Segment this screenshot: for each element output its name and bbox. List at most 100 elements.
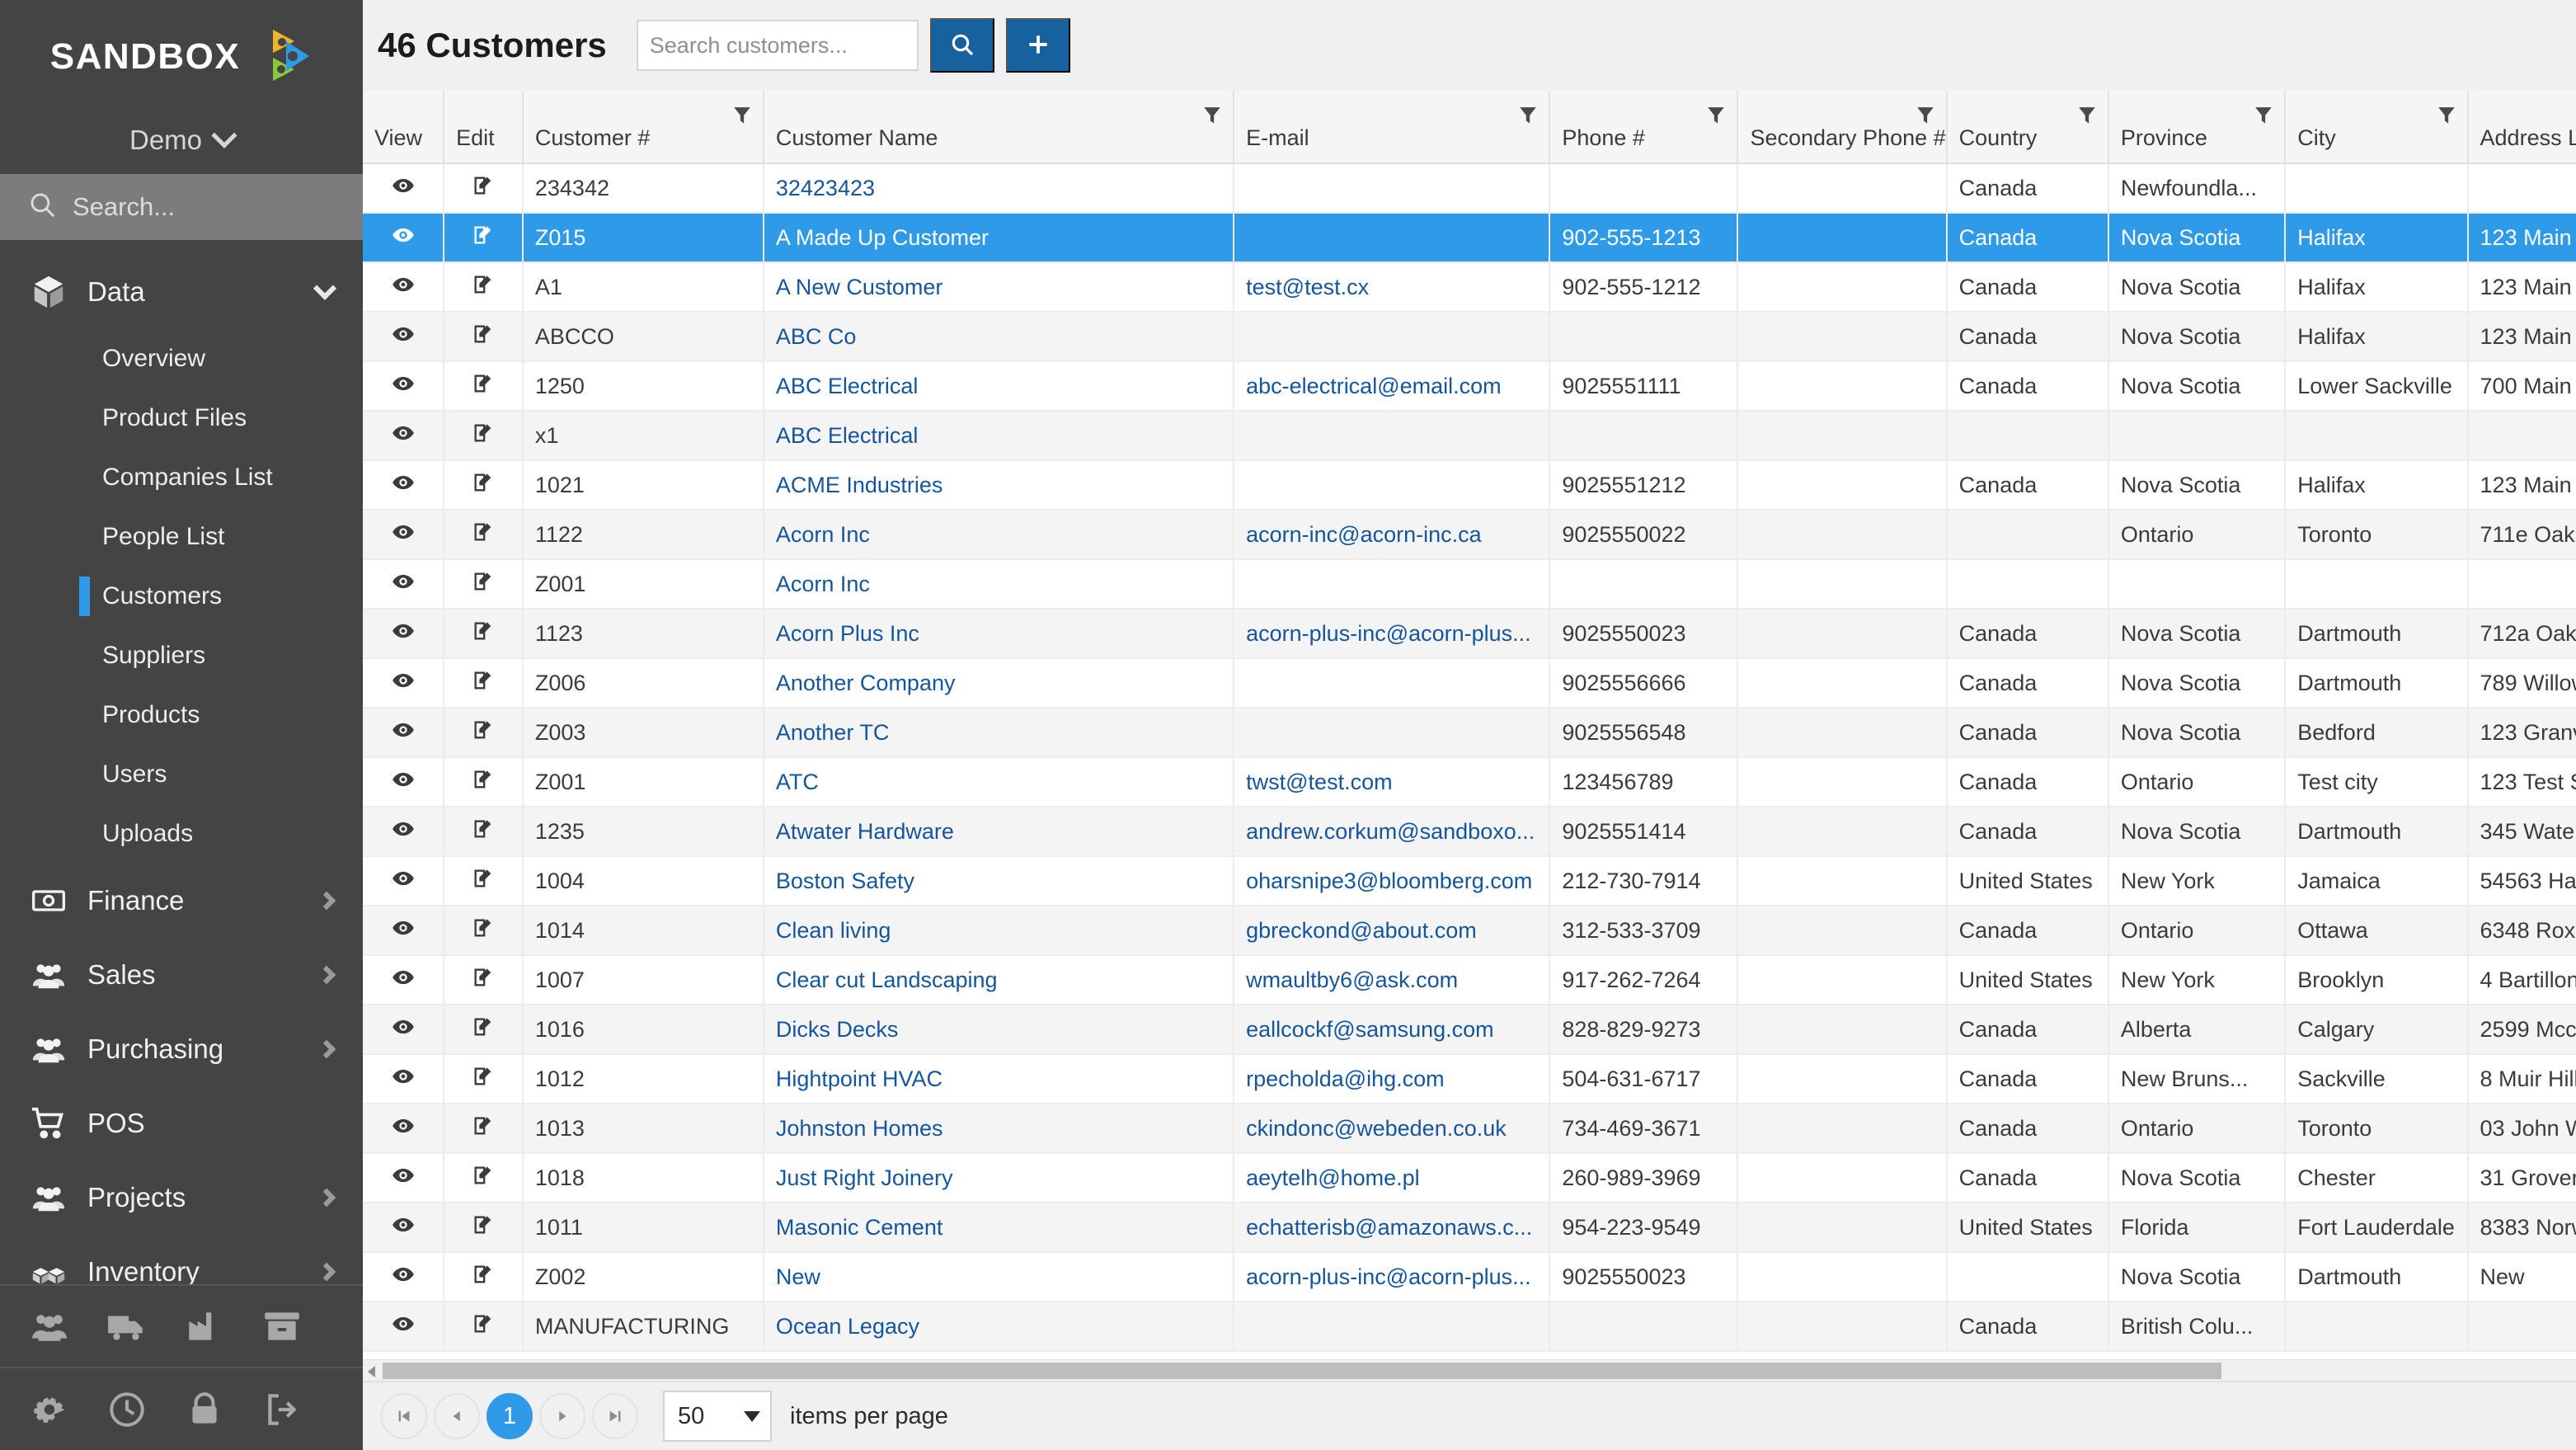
cell-link[interactable]: ABC Electrical [776, 374, 919, 398]
filter-icon[interactable] [1707, 106, 1725, 133]
table-row[interactable]: 1004 Boston Safety oharsnipe3@bloomberg.co… [363, 856, 2576, 906]
cell-cname[interactable]: ABC Electrical [763, 411, 1235, 461]
cell-cname[interactable]: Johnston Homes [763, 1104, 1235, 1154]
column-header-email[interactable]: E-mail [1234, 91, 1551, 164]
filter-icon[interactable] [733, 106, 751, 133]
clock-icon[interactable] [106, 1388, 148, 1431]
edit-row-button[interactable] [444, 411, 524, 461]
cell-link[interactable]: New [776, 1264, 820, 1289]
sidebar-item-overview[interactable]: Overview [0, 329, 363, 388]
edit-row-button[interactable] [444, 163, 524, 214]
cell-email[interactable] [1234, 658, 1551, 709]
page-size-select[interactable]: 50 [663, 1391, 772, 1442]
next-page-button[interactable] [539, 1393, 585, 1439]
edit-row-button[interactable] [444, 708, 524, 758]
table-row[interactable]: 1014 Clean living gbreckond@about.com 312-5… [363, 906, 2576, 956]
column-header-edit[interactable]: Edit [444, 91, 524, 164]
table-row[interactable]: 1021 ACME Industries 9025551212 Canada Nova … [363, 460, 2576, 511]
cell-email[interactable] [1234, 163, 1551, 214]
view-row-button[interactable] [363, 856, 445, 906]
cell-email[interactable]: acorn-plus-inc@acorn-plus... [1234, 1252, 1551, 1302]
table-row[interactable]: 1007 Clear cut Landscaping wmaultby6@ask.c… [363, 955, 2576, 1005]
sidebar-item-people-list[interactable]: People List [0, 507, 363, 567]
cell-email[interactable]: oharsnipe3@bloomberg.com [1234, 856, 1551, 906]
cell-link[interactable]: ATC [776, 770, 819, 794]
cell-link[interactable]: Clear cut Landscaping [776, 967, 998, 992]
table-row[interactable]: 1018 Just Right Joinery aeytelh@home.pl 260… [363, 1153, 2576, 1203]
cell-email[interactable]: gbreckond@about.com [1234, 906, 1551, 956]
cell-email[interactable] [1234, 411, 1551, 461]
edit-row-button[interactable] [444, 807, 524, 857]
cell-email[interactable]: twst@test.com [1234, 757, 1551, 807]
table-row[interactable]: 1013 Johnston Homes ckindonc@webeden.co.uk… [363, 1104, 2576, 1154]
filter-icon[interactable] [2254, 106, 2273, 133]
table-row[interactable]: Z001 Acorn Inc [363, 559, 2576, 610]
view-row-button[interactable] [363, 807, 445, 857]
cell-link[interactable]: aeytelh@home.pl [1246, 1165, 1420, 1190]
cell-cname[interactable]: 32423423 [763, 163, 1235, 214]
cell-email[interactable]: acorn-plus-inc@acorn-plus... [1234, 609, 1551, 659]
edit-row-button[interactable] [444, 1005, 524, 1055]
cell-email[interactable]: andrew.corkum@sandboxo... [1234, 807, 1551, 857]
column-header-province[interactable]: Province [2108, 91, 2287, 164]
brand-logo-area[interactable]: SANDBOX [0, 0, 363, 106]
edit-row-button[interactable] [444, 559, 524, 610]
scroll-left-icon[interactable] [368, 1366, 375, 1377]
sidebar-item-inventory[interactable]: Inventory [0, 1235, 363, 1284]
sidebar-item-users[interactable]: Users [0, 745, 363, 804]
cell-cname[interactable]: Clean living [763, 906, 1235, 956]
column-header-phone[interactable]: Phone # [1549, 91, 1739, 164]
cell-cname[interactable]: A New Customer [763, 262, 1235, 313]
cell-link[interactable]: ckindonc@webeden.co.uk [1246, 1116, 1507, 1141]
cell-link[interactable]: twst@test.com [1246, 770, 1392, 794]
cell-link[interactable]: Masonic Cement [776, 1215, 943, 1240]
cell-cname[interactable]: Hightpoint HVAC [763, 1054, 1235, 1104]
table-row[interactable]: 1122 Acorn Inc acorn-inc@acorn-inc.ca 90255… [363, 510, 2576, 560]
cell-cname[interactable]: Clear cut Landscaping [763, 955, 1235, 1005]
sidebar-item-uploads[interactable]: Uploads [0, 804, 363, 864]
cell-cname[interactable]: ACME Industries [763, 460, 1235, 511]
table-row[interactable]: x1 ABC Electrical [363, 411, 2576, 461]
cell-link[interactable]: Acorn Inc [776, 572, 870, 596]
view-row-button[interactable] [363, 411, 445, 461]
table-row[interactable]: Z001 ATC twst@test.com 123456789 Canada Ontar… [363, 757, 2576, 807]
cell-email[interactable]: aeytelh@home.pl [1234, 1153, 1551, 1203]
cell-link[interactable]: Dicks Decks [776, 1017, 899, 1042]
view-row-button[interactable] [363, 1203, 445, 1253]
cell-email[interactable]: rpecholda@ihg.com [1234, 1054, 1551, 1104]
column-header-view[interactable]: View [363, 91, 445, 164]
table-row[interactable]: 1250 ABC Electrical abc-electrical@email.c… [363, 361, 2576, 412]
view-row-button[interactable] [363, 1104, 445, 1154]
table-row[interactable]: 1012 Hightpoint HVAC rpecholda@ihg.com 504-… [363, 1054, 2576, 1104]
edit-row-button[interactable] [444, 1153, 524, 1203]
filter-icon[interactable] [2078, 106, 2096, 133]
column-header-customer-name[interactable]: Customer Name [763, 91, 1235, 164]
view-row-button[interactable] [363, 1302, 445, 1352]
cell-email[interactable] [1234, 708, 1551, 758]
view-row-button[interactable] [363, 757, 445, 807]
cell-link[interactable]: wmaultby6@ask.com [1246, 967, 1458, 992]
cell-email[interactable] [1234, 213, 1551, 263]
cell-link[interactable]: Clean living [776, 918, 891, 943]
cell-link[interactable]: Hightpoint HVAC [776, 1066, 942, 1091]
view-row-button[interactable] [363, 510, 445, 560]
sidebar-item-purchasing[interactable]: Purchasing [0, 1012, 363, 1086]
table-row[interactable]: 1011 Masonic Cement echatterisb@amazonaws.… [363, 1203, 2576, 1253]
table-row[interactable]: Z006 Another Company 9025556666 Canada Nova … [363, 658, 2576, 709]
edit-row-button[interactable] [444, 757, 524, 807]
cell-link[interactable]: acorn-inc@acorn-inc.ca [1246, 522, 1482, 547]
cell-link[interactable]: 32423423 [776, 176, 875, 200]
edit-row-button[interactable] [444, 1302, 524, 1352]
cell-link[interactable]: Ocean Legacy [776, 1314, 919, 1339]
edit-row-button[interactable] [444, 1104, 524, 1154]
cell-link[interactable]: abc-electrical@email.com [1246, 374, 1502, 398]
cell-cname[interactable]: Masonic Cement [763, 1203, 1235, 1253]
view-row-button[interactable] [363, 559, 445, 610]
sidebar-search[interactable]: Search... [0, 173, 363, 240]
view-row-button[interactable] [363, 609, 445, 659]
tenant-selector[interactable]: Demo [0, 106, 363, 174]
table-row[interactable]: 1123 Acorn Plus Inc acorn-plus-inc@acorn-p… [363, 609, 2576, 659]
factory-icon[interactable] [183, 1305, 226, 1348]
view-row-button[interactable] [363, 1153, 445, 1203]
view-row-button[interactable] [363, 163, 445, 214]
